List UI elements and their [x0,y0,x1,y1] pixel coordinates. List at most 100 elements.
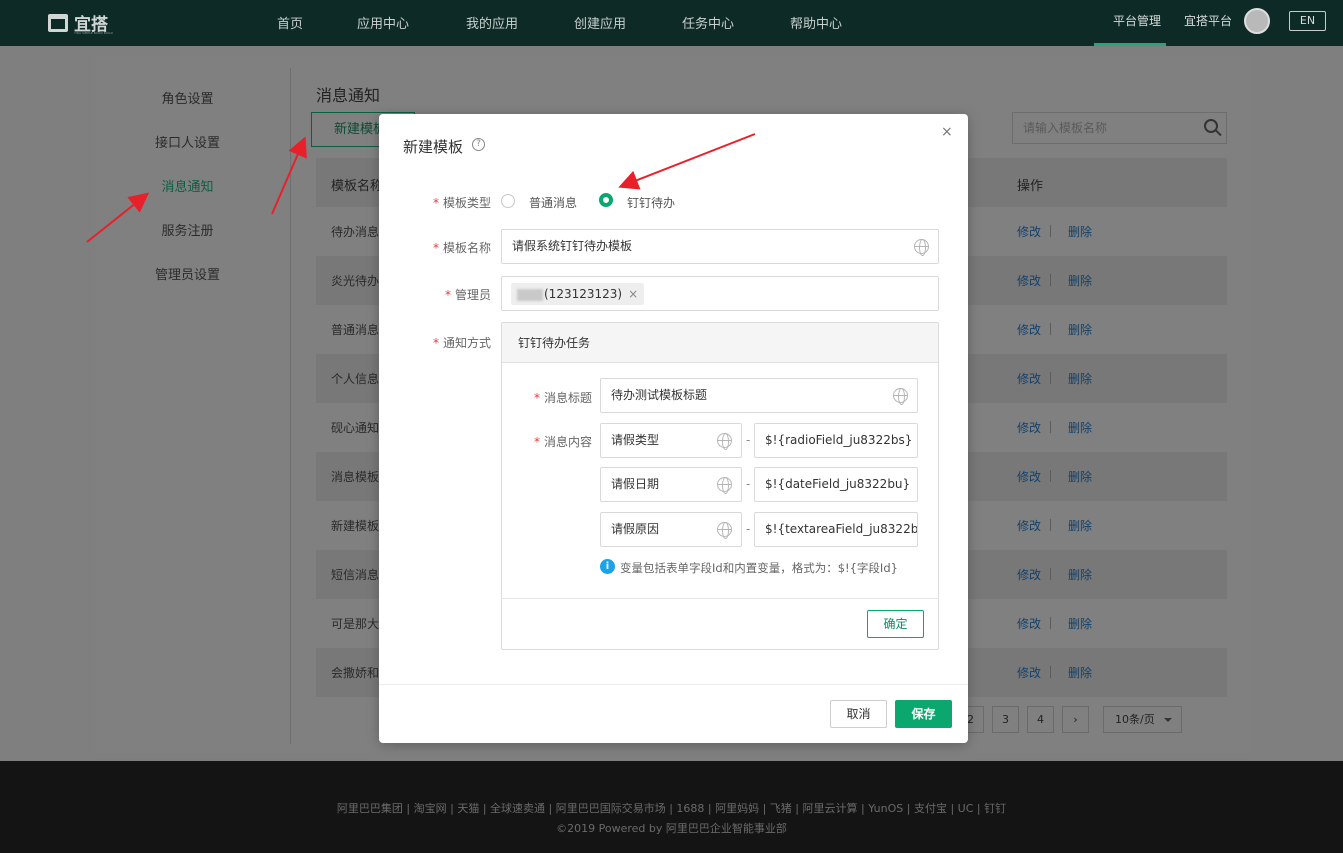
sidebar-item-admins[interactable]: 管理员设置 [95,264,280,283]
content-var-value: $!{radioField_ju8322bs} [765,433,913,447]
row-divider [1050,617,1051,629]
content-var-input[interactable]: $!{textareaField_ju8322bv} [754,512,918,547]
nav-create-app[interactable]: 创建应用 [574,13,626,32]
row-divider [1050,519,1051,531]
top-nav: 宜搭 YIDA SIMPLE BUILD BUILD 首页 应用中心 我的应用 … [0,0,1343,46]
notify-label: * 通知方式 [432,336,491,350]
remove-tag-icon[interactable]: × [628,287,638,301]
nav-my-apps[interactable]: 我的应用 [466,13,518,32]
dialog-title: 新建模板 [403,138,464,156]
confirm-button[interactable]: 确定 [867,610,924,638]
content-key-input[interactable]: 请假原因 [600,512,742,547]
page-3-button[interactable]: 3 [992,706,1019,733]
search-placeholder: 请输入模板名称 [1023,121,1108,135]
msg-title-value: 待办测试模板标题 [611,388,708,402]
row-name: 会撒娇和 [331,666,380,680]
content-var-input[interactable]: $!{radioField_ju8322bs} [754,423,918,458]
delete-link[interactable]: 删除 [1068,223,1092,240]
admin-tag: (123123123) × [511,283,645,305]
search-icon[interactable] [1204,119,1218,133]
col-header-op: 操作 [1017,179,1044,194]
logo[interactable]: 宜搭 YIDA SIMPLE BUILD BUILD [48,10,113,35]
help-icon[interactable]: ? [472,138,485,151]
edit-link[interactable]: 修改 [1017,223,1041,240]
nav-help-center[interactable]: 帮助中心 [790,13,842,32]
content-key-value: 请假原因 [611,522,660,536]
logo-icon [48,13,68,32]
cancel-button[interactable]: 取消 [830,700,887,728]
edit-link[interactable]: 修改 [1017,517,1041,534]
edit-link[interactable]: 修改 [1017,272,1041,289]
content-var-value: $!{dateField_ju8322bu} [765,477,911,491]
nav-home[interactable]: 首页 [277,13,303,32]
globe-icon[interactable] [893,388,908,405]
edit-link[interactable]: 修改 [1017,664,1041,681]
info-icon: i [600,559,615,574]
delete-link[interactable]: 删除 [1068,517,1092,534]
dash-separator: - [746,477,751,491]
nav-app-center[interactable]: 应用中心 [357,13,409,32]
delete-link[interactable]: 删除 [1068,419,1092,436]
nav-platform-admin[interactable]: 平台管理 [1113,12,1161,29]
content-key-value: 请假日期 [611,477,660,491]
notify-tab-dingtalk[interactable]: 钉钉待办任务 [502,323,938,363]
save-button[interactable]: 保存 [895,700,952,728]
type-label: * 模板类型 [432,196,491,210]
sidebar-item-roles[interactable]: 角色设置 [95,88,280,107]
content-var-value: $!{textareaField_ju8322bv} [765,522,918,536]
msg-title-input[interactable]: 待办测试模板标题 [600,378,918,413]
delete-link[interactable]: 删除 [1068,321,1092,338]
edit-link[interactable]: 修改 [1017,321,1041,338]
edit-link[interactable]: 修改 [1017,566,1041,583]
delete-link[interactable]: 删除 [1068,664,1092,681]
content-key-input[interactable]: 请假日期 [600,467,742,502]
sidebar-item-contact[interactable]: 接口人设置 [95,132,280,151]
delete-link[interactable]: 删除 [1068,566,1092,583]
globe-icon[interactable] [717,522,732,539]
edit-link[interactable]: 修改 [1017,370,1041,387]
content-key-input[interactable]: 请假类型 [600,423,742,458]
search-input[interactable]: 请输入模板名称 [1012,112,1227,144]
row-divider [1050,323,1051,335]
row-name: 可是那大 [331,617,380,631]
radio-dingtalk-todo[interactable] [599,193,613,207]
sidebar-item-notifications[interactable]: 消息通知 [95,176,280,195]
delete-link[interactable]: 删除 [1068,615,1092,632]
footer-links[interactable]: 阿里巴巴集团 | 淘宝网 | 天猫 | 全球速卖通 | 阿里巴巴国际交易市场 |… [0,800,1343,816]
page-4-button[interactable]: 4 [1027,706,1054,733]
delete-link[interactable]: 删除 [1068,272,1092,289]
delete-link[interactable]: 删除 [1068,370,1092,387]
delete-link[interactable]: 删除 [1068,468,1092,485]
close-icon[interactable]: × [941,124,953,140]
sidebar-item-services[interactable]: 服务注册 [95,220,280,239]
content-key-value: 请假类型 [611,433,660,447]
row-divider [1050,225,1051,237]
avatar[interactable] [1244,8,1270,34]
footer-copyright: ©2019 Powered by 阿里巴巴企业智能事业部 [556,822,787,835]
globe-icon[interactable] [914,239,929,256]
globe-icon[interactable] [717,477,732,494]
sidebar-divider [290,68,291,744]
row-divider [1050,421,1051,433]
template-name-input[interactable]: 请假系统钉钉待办模板 [501,229,939,264]
nav-platform-name[interactable]: 宜搭平台 [1184,12,1232,29]
next-page-button[interactable]: › [1062,706,1089,733]
logo-subtext: YIDA SIMPLE BUILD BUILD [74,31,113,35]
radio-dingtalk-label[interactable]: 钉钉待办 [627,194,675,211]
row-name: 个人信息 [331,372,380,386]
notify-panel: 钉钉待办任务 * 消息标题 待办测试模板标题 * 消息内容 请假类型 - $!{ra… [501,322,939,650]
radio-normal-label[interactable]: 普通消息 [529,194,577,211]
language-switch-button[interactable]: EN [1289,11,1326,31]
edit-link[interactable]: 修改 [1017,468,1041,485]
admin-select[interactable]: (123123123) × [501,276,939,311]
edit-link[interactable]: 修改 [1017,615,1041,632]
radio-normal-message[interactable] [501,194,515,208]
msg-content-label: * 消息内容 [533,435,592,449]
nav-task-center[interactable]: 任务中心 [682,13,734,32]
page-size-select[interactable]: 10条/页 [1103,706,1182,733]
content-var-input[interactable]: $!{dateField_ju8322bu} [754,467,918,502]
dash-separator: - [746,433,751,447]
name-label: * 模板名称 [432,241,491,255]
globe-icon[interactable] [717,433,732,450]
edit-link[interactable]: 修改 [1017,419,1041,436]
